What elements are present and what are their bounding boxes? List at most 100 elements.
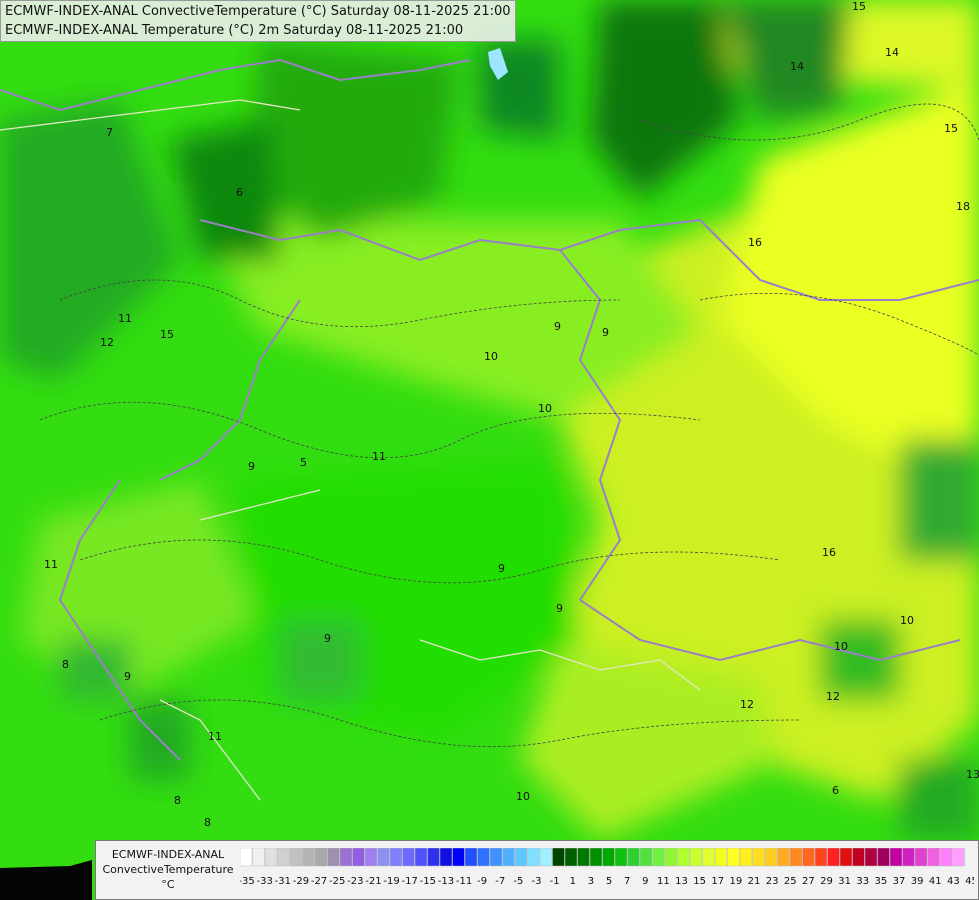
- legend-swatch: [789, 848, 803, 867]
- legend-tick-label: -31: [275, 876, 291, 887]
- legend-tick-label: -25: [329, 876, 345, 887]
- legend-swatch: [802, 848, 815, 867]
- contour-label: 11: [372, 450, 386, 463]
- legend-color-bar: -35-33-31-29-27-25-23-21-19-17-15-13-11-…: [240, 848, 974, 894]
- legend-tick-label: 21: [748, 876, 761, 887]
- legend-tick-label: 25: [784, 876, 797, 887]
- contour-label: 9: [554, 320, 561, 333]
- legend-tick-label: 19: [730, 876, 743, 887]
- legend-swatch: [464, 848, 478, 867]
- legend-swatch: [389, 848, 403, 867]
- map-title-box: ECMWF-INDEX-ANAL ConvectiveTemperature (…: [0, 0, 516, 42]
- legend-tick-label: 11: [657, 876, 670, 887]
- legend-tick-label: -5: [513, 876, 523, 887]
- legend-swatch: [352, 848, 365, 867]
- legend-swatch: [452, 848, 465, 867]
- contour-label: 9: [602, 326, 609, 339]
- legend-title: ECMWF-INDEX-ANAL ConvectiveTemperature °…: [100, 847, 236, 892]
- legend-tick-label: 17: [711, 876, 724, 887]
- legend-swatch: [252, 848, 265, 867]
- legend-swatch: [727, 848, 740, 867]
- map-title-line-1: ECMWF-INDEX-ANAL ConvectiveTemperature (…: [5, 4, 511, 19]
- contour-label: 9: [324, 632, 331, 645]
- legend-swatch: [814, 848, 828, 867]
- legend-tick-label: -9: [477, 876, 487, 887]
- legend-tick-label: 37: [893, 876, 906, 887]
- legend-swatch: [489, 848, 503, 867]
- contour-label: 15: [852, 0, 866, 13]
- legend-swatch: [827, 848, 840, 867]
- contour-label: 16: [748, 236, 762, 249]
- contour-label: 12: [100, 336, 114, 349]
- legend-tick-label: 31: [838, 876, 851, 887]
- legend-svg: -35-33-31-29-27-25-23-21-19-17-15-13-11-…: [240, 848, 974, 887]
- legend-tick-label: -19: [383, 876, 399, 887]
- legend-tick-label: 35: [875, 876, 888, 887]
- contour-label: 6: [832, 784, 839, 797]
- legend-swatch: [364, 848, 378, 867]
- contour-label: 10: [516, 790, 530, 803]
- legend-swatch: [289, 848, 303, 867]
- legend-swatch: [339, 848, 353, 867]
- legend-tick-label: 15: [693, 876, 706, 887]
- legend-swatch: [377, 848, 390, 867]
- legend-swatch: [889, 848, 903, 867]
- legend-swatch: [739, 848, 753, 867]
- legend-swatch: [327, 848, 340, 867]
- legend-title-line-2: ConvectiveTemperature: [102, 863, 234, 876]
- legend-swatch: [639, 848, 653, 867]
- map-title-line-2: ECMWF-INDEX-ANAL Temperature (°C) 2m Sat…: [5, 23, 464, 38]
- contour-label: 9: [248, 460, 255, 473]
- legend-swatch: [427, 848, 440, 867]
- legend-tick-label: -23: [347, 876, 363, 887]
- legend-tick-label: -15: [420, 876, 436, 887]
- legend-tick-label: 43: [947, 876, 960, 887]
- legend-tick-label: -35: [240, 876, 255, 887]
- legend-tick-label: 1: [570, 876, 576, 887]
- legend-swatch: [902, 848, 915, 867]
- contour-label: 11: [208, 730, 222, 743]
- legend-tick-label: 9: [642, 876, 648, 887]
- legend-swatch: [877, 848, 890, 867]
- contour-label: 10: [484, 350, 498, 363]
- contour-label: 8: [174, 794, 181, 807]
- legend-tick-label: -17: [401, 876, 417, 887]
- legend-swatch: [614, 848, 628, 867]
- legend-tick-label: -27: [311, 876, 327, 887]
- contour-label: 12: [740, 698, 754, 711]
- legend-tick-label: 5: [606, 876, 612, 887]
- contour-label: 11: [118, 312, 132, 325]
- legend-swatch: [852, 848, 865, 867]
- legend-swatch: [414, 848, 428, 867]
- legend-tick-label: 13: [675, 876, 688, 887]
- legend-swatch: [914, 848, 928, 867]
- legend-swatch: [602, 848, 615, 867]
- legend-swatch: [514, 848, 528, 867]
- contour-label: 5: [300, 456, 307, 469]
- contour-label: 10: [834, 640, 848, 653]
- legend-tick-label: 45: [965, 876, 974, 887]
- legend-swatch: [864, 848, 878, 867]
- legend-swatch: [752, 848, 765, 867]
- legend-swatch: [927, 848, 940, 867]
- legend-swatch: [527, 848, 540, 867]
- contour-label: 10: [900, 614, 914, 627]
- legend-swatch: [664, 848, 678, 867]
- legend-tick-label: -7: [495, 876, 505, 887]
- legend-tick-label: 29: [820, 876, 833, 887]
- contour-label: 9: [498, 562, 505, 575]
- legend-tick-label: -1: [550, 876, 560, 887]
- legend-swatch: [952, 848, 965, 867]
- legend-tick-label: 33: [856, 876, 869, 887]
- legend-tick-label: 39: [911, 876, 924, 887]
- legend-swatch: [240, 848, 253, 867]
- legend-swatch: [402, 848, 415, 867]
- legend-tick-label: 23: [766, 876, 779, 887]
- legend-swatch: [839, 848, 853, 867]
- legend-tick-label: 27: [802, 876, 815, 887]
- legend-tick-label: -33: [256, 876, 272, 887]
- legend-swatch: [939, 848, 953, 867]
- legend-swatch: [277, 848, 290, 867]
- legend-swatch: [302, 848, 315, 867]
- contour-label: 14: [790, 60, 804, 73]
